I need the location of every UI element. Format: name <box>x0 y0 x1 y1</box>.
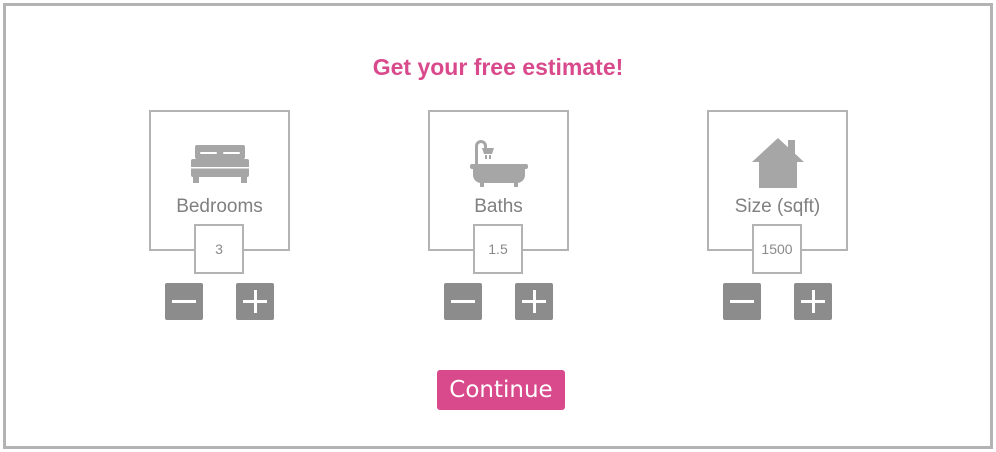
size-increment-button[interactable] <box>794 283 832 320</box>
bedrooms-label: Bedrooms <box>176 196 263 217</box>
size-label: Size (sqft) <box>734 196 821 217</box>
minus-icon <box>451 300 475 303</box>
house-icon <box>709 134 846 192</box>
baths-decrement-button[interactable] <box>444 283 482 320</box>
bedrooms-value: 3 <box>194 224 244 274</box>
baths-label: Baths <box>474 196 523 217</box>
bedrooms-decrement-button[interactable] <box>165 283 203 320</box>
baths-value: 1.5 <box>473 224 523 274</box>
size-decrement-button[interactable] <box>723 283 761 320</box>
minus-icon <box>730 300 754 303</box>
bedrooms-increment-button[interactable] <box>236 283 274 320</box>
minus-icon <box>172 300 196 303</box>
estimate-panel: Get your free estimate! Bedrooms 3 Baths… <box>3 3 993 449</box>
baths-increment-button[interactable] <box>515 283 553 320</box>
continue-button[interactable]: Continue <box>437 370 565 410</box>
bathtub-icon <box>430 134 567 192</box>
size-value: 1500 <box>752 224 802 274</box>
bed-icon <box>151 134 288 192</box>
page-title: Get your free estimate! <box>372 54 624 80</box>
